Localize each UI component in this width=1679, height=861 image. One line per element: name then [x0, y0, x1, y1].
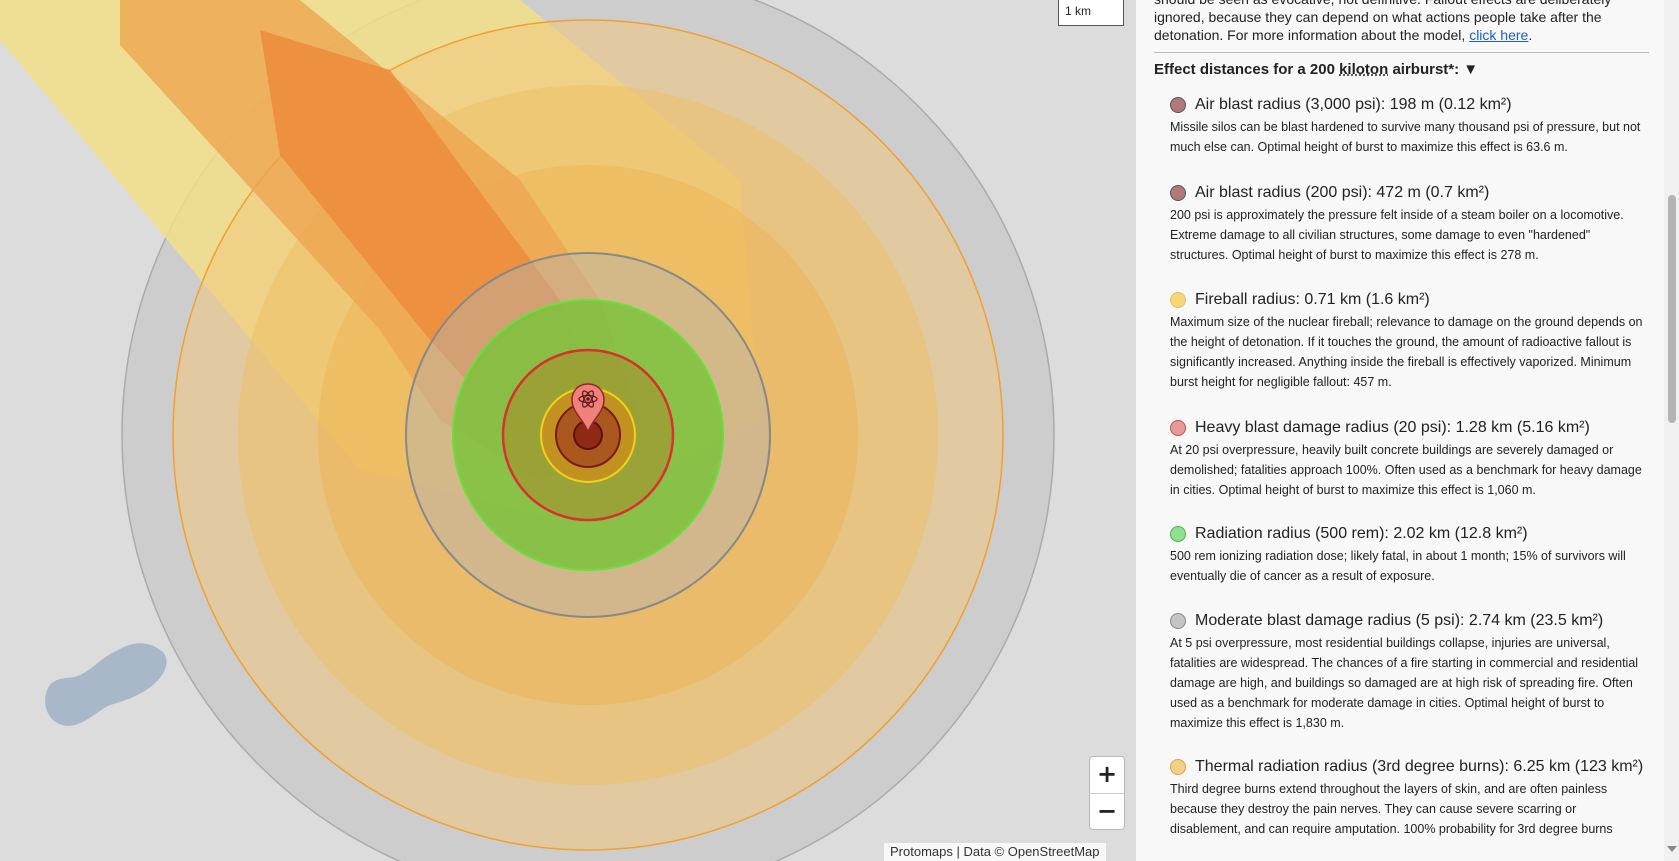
legend-dot-icon[interactable] — [1170, 526, 1186, 542]
effect-description: At 20 psi overpressure, heavily built co… — [1170, 443, 1642, 497]
collapse-toggle-icon[interactable]: ▼ — [1463, 61, 1478, 78]
effect-description: 200 psi is approximately the pressure fe… — [1170, 208, 1624, 262]
map-view[interactable]: 1 km + − Protomaps | Data © OpenStreetMa… — [0, 0, 1136, 861]
intro-line-2: ignored, because they can depend on what… — [1154, 9, 1602, 25]
effect-fireball: Fireball radius: 0.71 km (1.6 km²) Maxim… — [1170, 290, 1650, 392]
effect-title: Air blast radius (200 psi): 472 m (0.7 k… — [1195, 184, 1490, 201]
blast-rings-map — [0, 0, 1055, 861]
legend-dot-icon[interactable] — [1170, 185, 1186, 201]
effect-radiation: Radiation radius (500 rem): 2.02 km (12.… — [1170, 524, 1650, 586]
legend-dot-icon[interactable] — [1170, 613, 1186, 629]
effects-heading[interactable]: Effect distances for a 200 kiloton airbu… — [1154, 61, 1478, 78]
effect-description: At 5 psi overpressure, most residential … — [1170, 636, 1639, 730]
effect-title: Moderate blast damage radius (5 psi): 2.… — [1195, 612, 1604, 629]
intro-line-1: should be seen as evocative, not definit… — [1154, 0, 1649, 8]
effect-heavy-blast: Heavy blast damage radius (20 psi): 1.28… — [1170, 418, 1650, 500]
zoom-in-button[interactable]: + — [1090, 757, 1124, 794]
heading-unit: kiloton — [1339, 61, 1389, 78]
effect-title: Air blast radius (3,000 psi): 198 m (0.1… — [1195, 96, 1512, 113]
model-info-link[interactable]: click here — [1469, 27, 1528, 43]
effect-air-blast-200: Air blast radius (200 psi): 472 m (0.7 k… — [1170, 183, 1650, 265]
model-intro-text: should be seen as evocative, not definit… — [1154, 0, 1649, 44]
panel-scrollbar[interactable] — [1664, 0, 1679, 861]
effect-description: Maximum size of the nuclear fireball; re… — [1170, 315, 1643, 389]
scrollbar-thumb[interactable] — [1668, 195, 1676, 423]
effect-thermal-radiation: Thermal radiation radius (3rd degree bur… — [1170, 757, 1650, 839]
lake-shape — [45, 643, 167, 726]
map-attribution[interactable]: Protomaps | Data © OpenStreetMap — [884, 843, 1106, 861]
effect-moderate-blast: Moderate blast damage radius (5 psi): 2.… — [1170, 611, 1650, 733]
legend-dot-icon[interactable] — [1170, 759, 1186, 775]
effect-title: Thermal radiation radius (3rd degree bur… — [1195, 758, 1644, 775]
legend-dot-icon[interactable] — [1170, 97, 1186, 113]
zoom-control: + − — [1089, 756, 1125, 830]
scroll-down-arrow-icon[interactable] — [1667, 846, 1677, 852]
heading-suffix: airburst*: — [1392, 61, 1460, 78]
effects-panel: should be seen as evocative, not definit… — [1136, 0, 1679, 861]
effect-title: Fireball radius: 0.71 km (1.6 km²) — [1195, 291, 1430, 308]
panel-divider — [1154, 52, 1649, 53]
effect-title: Heavy blast damage radius (20 psi): 1.28… — [1195, 419, 1590, 436]
effect-title: Radiation radius (500 rem): 2.02 km (12.… — [1195, 525, 1528, 542]
effect-description: Third degree burns extend throughout the… — [1170, 782, 1613, 836]
intro-line-3-end: . — [1528, 27, 1533, 43]
effect-air-blast-3000: Air blast radius (3,000 psi): 198 m (0.1… — [1170, 95, 1650, 157]
zoom-out-button[interactable]: − — [1090, 794, 1124, 830]
legend-dot-icon[interactable] — [1170, 292, 1186, 308]
effect-description: 500 rem ionizing radiation dose; likely … — [1170, 549, 1626, 583]
legend-dot-icon[interactable] — [1170, 420, 1186, 436]
intro-line-3: detonation. For more information about t… — [1154, 26, 1649, 44]
effect-description: Missile silos can be blast hardened to s… — [1170, 120, 1641, 154]
heading-prefix: Effect distances for a 200 — [1154, 61, 1335, 78]
intro-line-3-text: detonation. For more information about t… — [1154, 27, 1466, 43]
map-scale-bar: 1 km — [1058, 0, 1124, 26]
